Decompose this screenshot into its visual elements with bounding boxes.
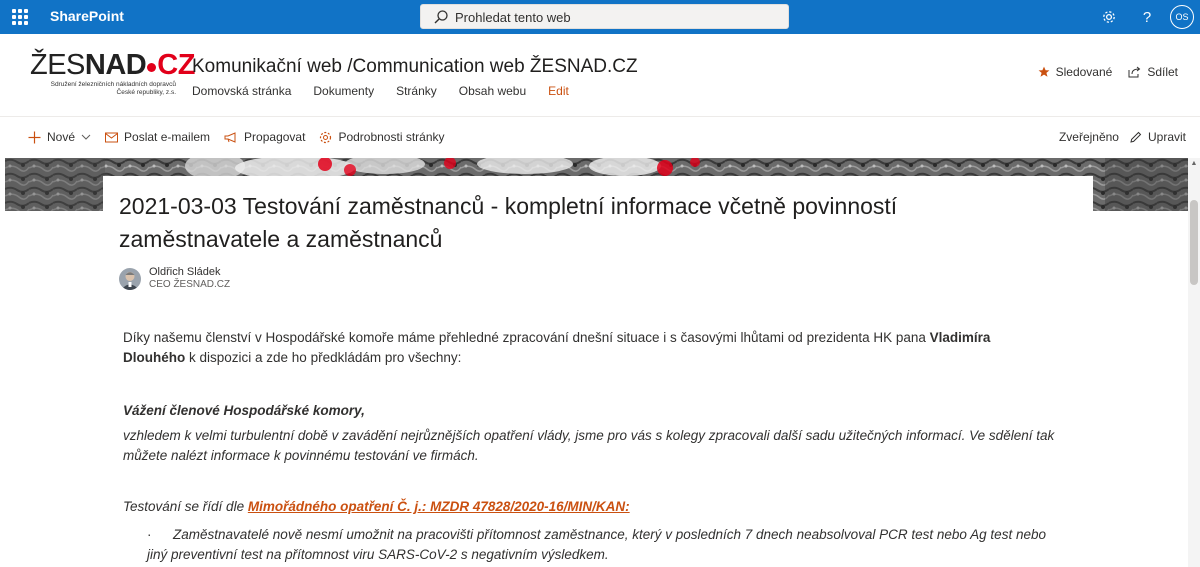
scrollbar-thumb[interactable] [1190,200,1198,285]
help-icon: ? [1142,8,1152,26]
help-button[interactable]: ? [1128,0,1166,34]
page-title: 2021-03-03 Testování zaměstnanců - kompl… [119,193,898,252]
search-icon [434,10,448,24]
regulation-text: Testování se řídí dle [123,499,248,514]
author-role: CEO ŽESNAD.CZ [149,279,231,290]
logo-tld: CZ [157,49,195,81]
logo-subtitle-line1: Sdružení železničních nákladních dopravc… [50,81,176,88]
plus-icon [28,131,41,143]
search-input[interactable] [455,7,775,27]
site-navigation: Domovská stránka Dokumenty Stránky Obsah… [192,84,591,98]
star-icon [1038,66,1049,77]
greeting: Vážení členové Hospodářské komory, [123,403,365,418]
header-actions: Sledované Sdílet [1022,65,1178,79]
regulation-paragraph: Testování se řídí dle Mimořádného opatře… [123,497,630,517]
share-button[interactable]: Sdílet [1128,65,1178,79]
share-icon [1128,66,1141,78]
nav-site-contents[interactable]: Obsah webu [459,84,526,98]
user-avatar[interactable]: OS [1170,5,1194,29]
info-paragraph: vzhledem k velmi turbulentní době v zavá… [123,428,1055,463]
bullet-item: · Zaměstnavatelé nově nesmí umožnit na pr… [147,525,1063,565]
author-name[interactable]: Oldřich Sládek [149,266,230,279]
logo-name-bold: NAD [84,49,147,81]
waffle-icon[interactable] [12,9,28,25]
site-title[interactable]: Komunikační web /Communication web ŽESNA… [192,56,638,78]
command-bar-left: Nové Poslat e-mailem Propagovat Podrobno… [28,130,459,144]
suite-bar: SharePoint ? OS [0,0,1200,34]
publish-status: Zveřejněno [1058,130,1119,144]
logo-name-thin: ŽES [30,49,85,81]
page-details-button[interactable]: Podrobnosti stránky [319,130,445,144]
command-bar: Nové Poslat e-mailem Propagovat Podrobno… [0,118,1200,158]
bullet-text: Zaměstnavatelé nově nesmí umožnit na pra… [147,527,1046,562]
settings-icon [1103,11,1115,23]
article-card: 2021-03-03 Testování zaměstnanců - kompl… [103,176,1093,567]
search-box[interactable] [420,4,789,29]
promote-label: Propagovat [244,130,306,144]
site-logo[interactable]: ŽESNAD CZ Sdružení železničních nákladníc… [30,49,195,110]
command-bar-right: Zveřejněno Upravit [1059,130,1186,144]
logo-dot-icon [147,63,157,72]
scroll-up-arrow[interactable]: ▲ [1190,160,1198,168]
edit-page-button[interactable]: Upravit [1129,130,1186,144]
author-block: Oldřich Sládek CEO ŽESNAD.CZ [119,266,230,291]
logo-subtitle-line2: České republiky, z.s. [116,89,176,96]
new-label: Nové [47,130,76,144]
settings-button[interactable] [1090,0,1128,34]
pencil-icon [1130,131,1142,143]
nav-home[interactable]: Domovská stránka [192,84,291,98]
intro-paragraph: Díky našemu členství v Hospodářské komoř… [123,328,1043,368]
new-button[interactable]: Nové [28,130,91,144]
intro-text: Díky našemu členství v Hospodářské komoř… [123,330,930,345]
intro-text-end: k dispozici a zde ho předkládám pro všec… [185,350,462,365]
share-label: Sdílet [1147,65,1178,79]
chevron-down-icon [81,134,91,140]
send-email-button[interactable]: Poslat e-mailem [105,130,210,144]
megaphone-icon [224,131,236,143]
edit-page-label: Upravit [1147,130,1186,144]
gear-icon [320,131,332,143]
page-details-label: Podrobnosti stránky [338,130,445,144]
mail-icon [105,132,119,142]
follow-label: Sledované [1055,65,1113,79]
regulation-link[interactable]: Mimořádného opatření Č. j.: MZDR 47828/2… [248,499,630,514]
logo-subtitle: Sdružení železničních nákladních dopravc… [30,81,176,97]
suite-actions: ? OS [1090,0,1200,34]
site-header: ŽESNAD CZ Sdružení železničních nákladníc… [0,34,1200,117]
promote-button[interactable]: Propagovat [224,130,305,144]
nav-edit[interactable]: Edit [548,84,569,98]
send-email-label: Poslat e-mailem [124,130,211,144]
follow-button[interactable]: Sledované [1038,65,1113,79]
app-brand[interactable]: SharePoint [50,8,124,24]
author-avatar[interactable] [119,267,141,290]
nav-pages[interactable]: Stránky [396,84,437,98]
nav-documents[interactable]: Dokumenty [313,84,374,98]
bullet-marker: · [147,527,152,542]
